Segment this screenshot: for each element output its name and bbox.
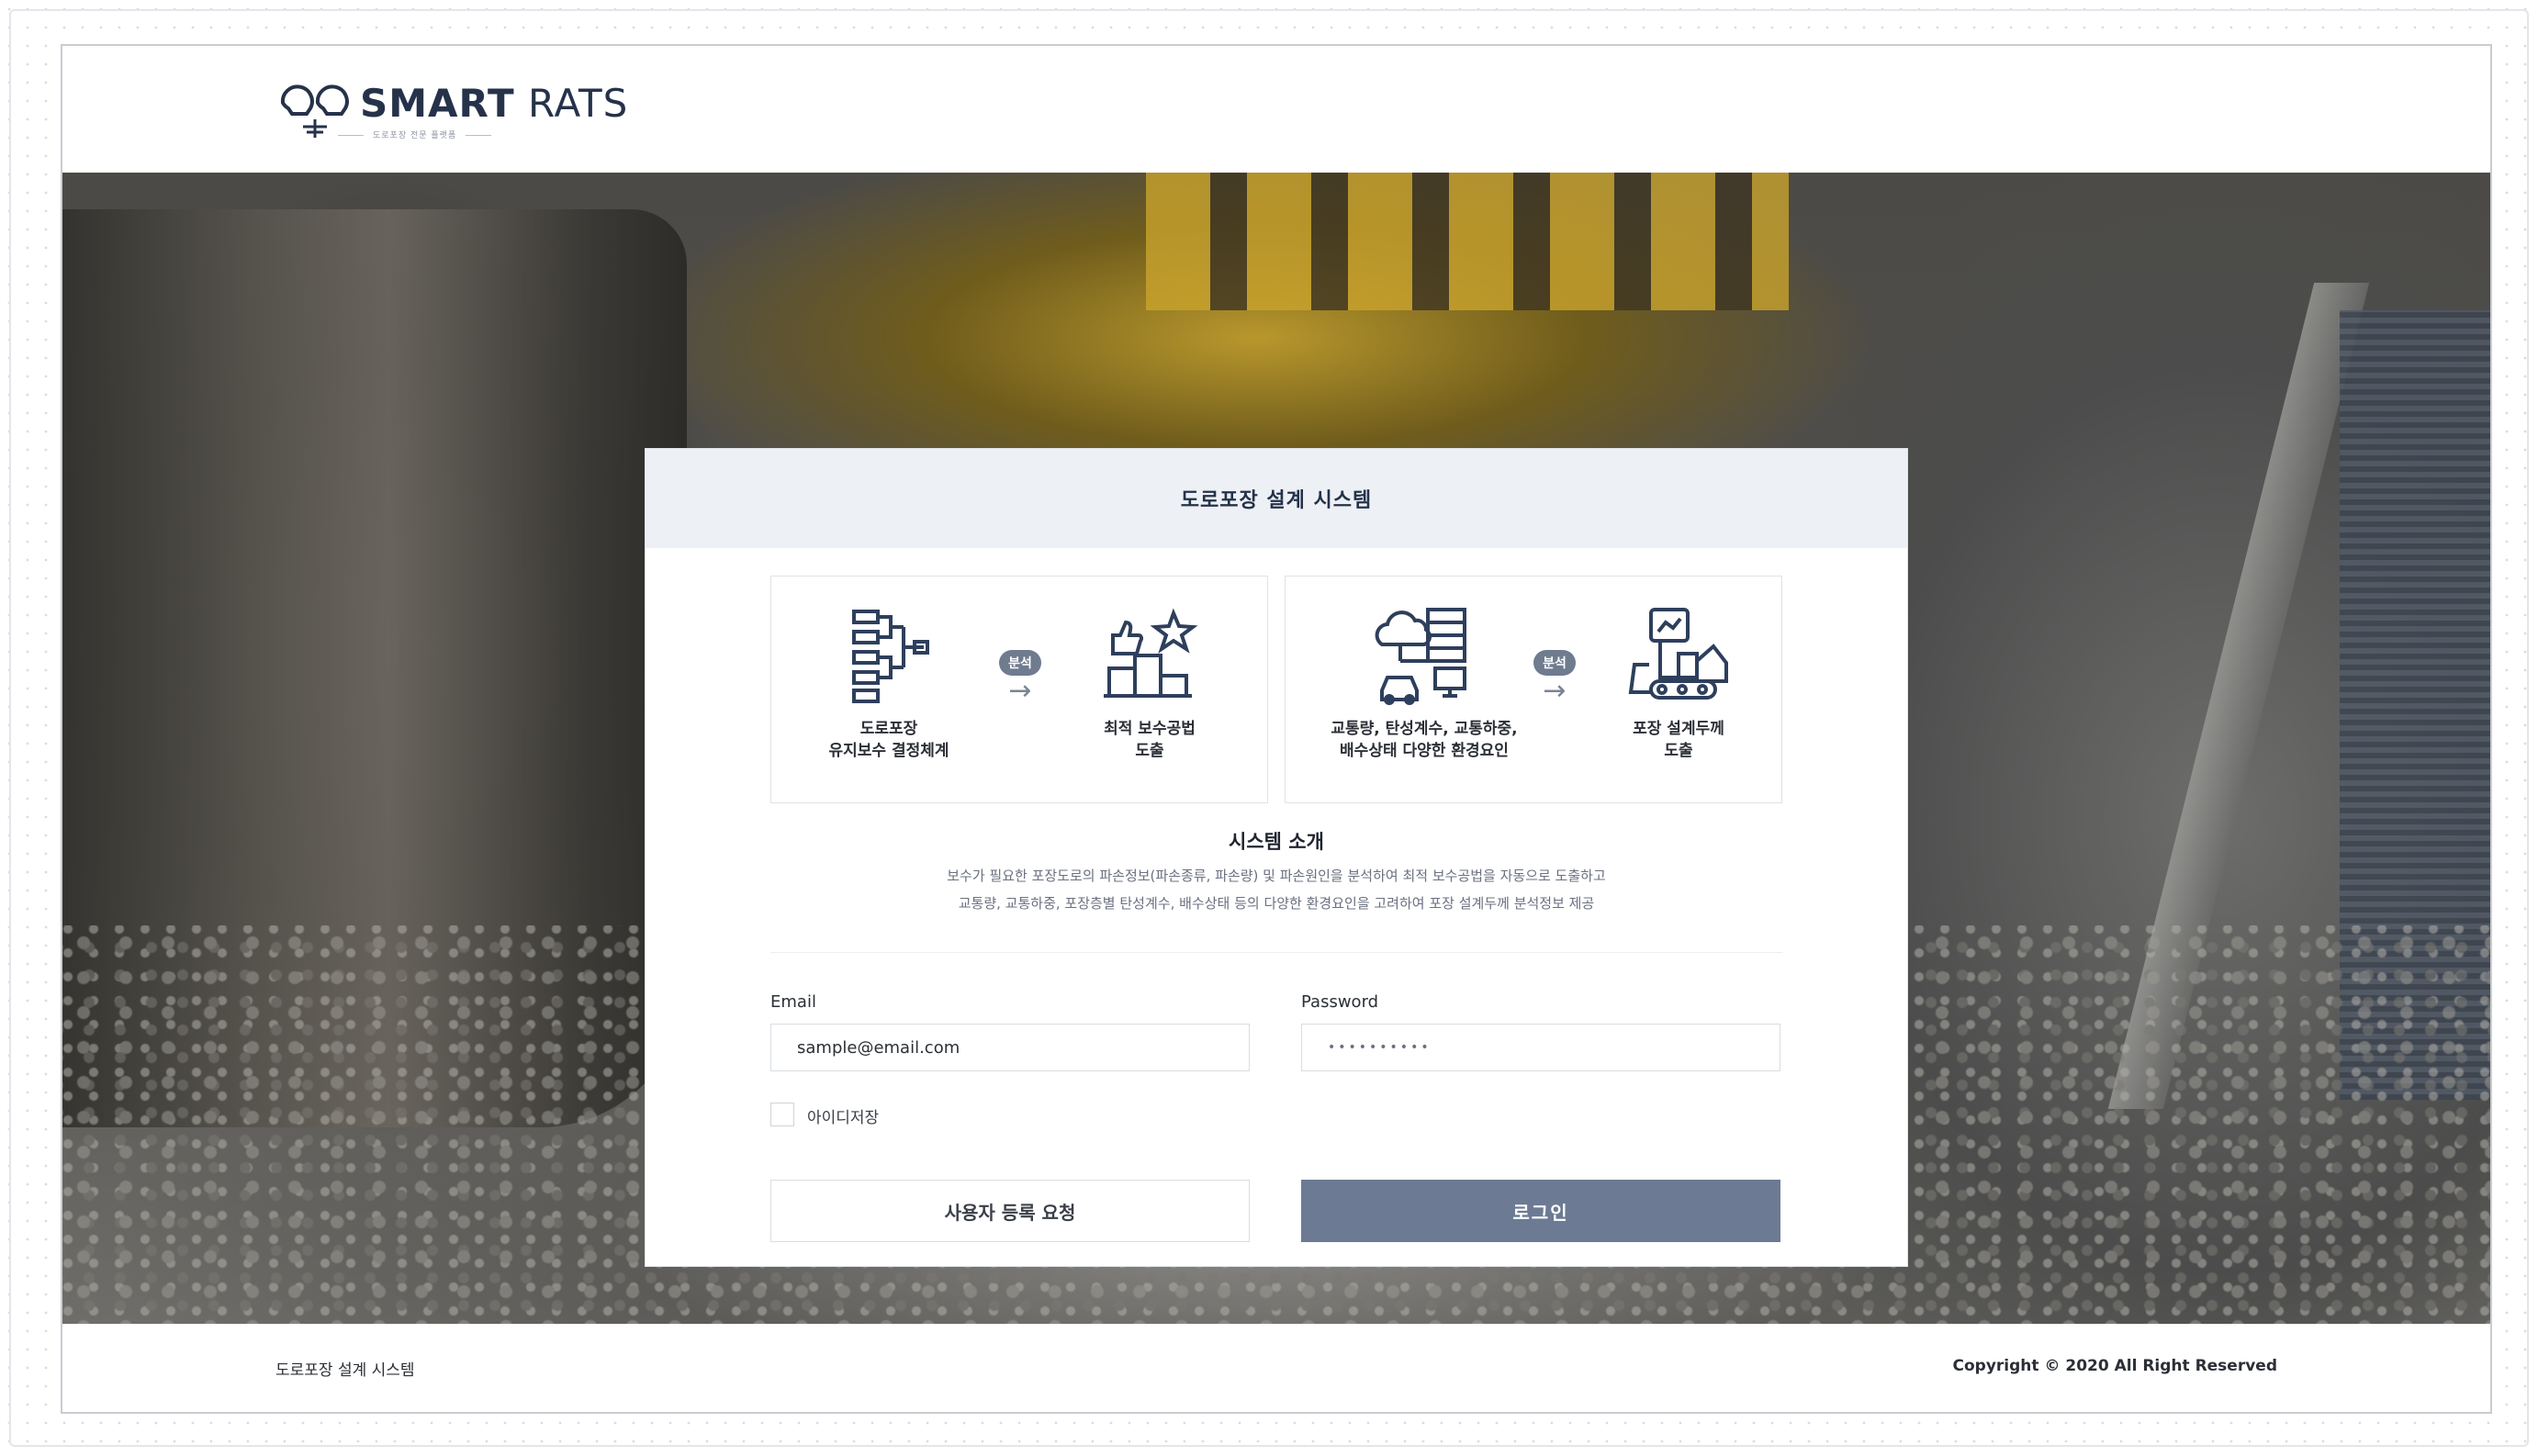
- intro-line-1: 보수가 필요한 포장도로의 파손정보(파손종류, 파손량) 및 파손원인을 분석…: [947, 868, 1606, 884]
- arrow-right-icon: →: [1008, 675, 1032, 707]
- footer-system-name: 도로포장 설계 시스템: [275, 1361, 415, 1380]
- flow-item-pavement-thickness: 포장 설계두께 도출: [1587, 604, 1770, 762]
- card-title: 도로포장 설계 시스템: [646, 449, 1907, 548]
- cloud-server-car-icon: [1375, 608, 1466, 705]
- password-field[interactable]: [1301, 1024, 1780, 1071]
- email-field[interactable]: [770, 1024, 1250, 1071]
- podium-star-icon: [1104, 608, 1198, 698]
- flow-arrow-2: 분석 →: [1522, 650, 1587, 705]
- intro-line-2: 교통량, 교통하중, 포장층별 탄성계수, 배수상태 등의 다양한 환경요인을 …: [958, 895, 1595, 912]
- footer-copyright: Copyright © 2020 All Right Reserved: [1952, 1357, 2277, 1375]
- login-button[interactable]: 로그인: [1301, 1180, 1780, 1242]
- remember-id-checkbox[interactable]: [770, 1103, 794, 1126]
- brand-name-light: RATS: [528, 81, 629, 126]
- hierarchy-chart-icon: [852, 610, 929, 703]
- brand-tagline: 도로포장 전문 플랫폼: [329, 129, 500, 140]
- hero-background-image: 도로포장 설계 시스템 도로포장 유지보수 결정체계 분석 → 최적 보수공법 …: [62, 173, 2490, 1324]
- roller-frame: [1146, 173, 1789, 310]
- flow-caption-1b: 유지보수 결정체계: [828, 742, 949, 760]
- flow-caption-3a: 교통량, 탄성계수, 교통하중,: [1331, 720, 1518, 738]
- section-divider: [770, 952, 1782, 953]
- flow-item-decision-system: 도로포장 유지보수 결정체계: [797, 604, 981, 762]
- intro-title: 시스템 소개: [1229, 831, 1324, 853]
- flow-caption-2a: 최적 보수공법: [1104, 720, 1196, 738]
- password-label: Password: [1301, 992, 1379, 1012]
- register-request-button[interactable]: 사용자 등록 요청: [770, 1180, 1250, 1242]
- process-flow: 도로포장 유지보수 결정체계 분석 → 최적 보수공법 도출 교통량, 탄성계수…: [770, 576, 1782, 803]
- app-window: SMART RATS 도로포장 전문 플랫폼 도로포장 설계 시스템 도로포장 …: [61, 44, 2492, 1414]
- flow-caption-1a: 도로포장: [859, 720, 918, 738]
- analysis-pill: 분석: [999, 650, 1041, 676]
- flow-box-design: 교통량, 탄성계수, 교통하중, 배수상태 다양한 환경요인 분석 → 포장 설…: [1285, 576, 1782, 803]
- arrow-right-icon: →: [1543, 675, 1567, 707]
- flow-caption-4b: 도출: [1664, 742, 1693, 760]
- brand-name-bold: SMART: [360, 81, 515, 126]
- flow-box-maintenance: 도로포장 유지보수 결정체계 분석 → 최적 보수공법 도출: [770, 576, 1268, 803]
- flow-caption-2b: 도출: [1135, 742, 1164, 760]
- flow-caption-4a: 포장 설계두께: [1633, 720, 1724, 738]
- bulldozer-icon: [1628, 608, 1728, 700]
- brand-name: SMART RATS: [360, 84, 628, 123]
- flow-arrow-1: 분석 →: [988, 650, 1052, 705]
- flow-item-environment-factors: 교통량, 탄성계수, 교통하중, 배수상태 다양한 환경요인: [1319, 604, 1530, 762]
- remember-id-label[interactable]: 아이디저장: [807, 1104, 879, 1127]
- flow-caption-3b: 배수상태 다양한 환경요인: [1340, 742, 1509, 760]
- login-card: 도로포장 설계 시스템 도로포장 유지보수 결정체계 분석 → 최적 보수공법 …: [645, 448, 1908, 1267]
- flow-item-optimal-method: 최적 보수공법 도출: [1058, 604, 1241, 762]
- email-label: Email: [770, 992, 816, 1012]
- footer: 도로포장 설계 시스템 Copyright © 2020 All Right R…: [62, 1324, 2490, 1412]
- header: SMART RATS 도로포장 전문 플랫폼: [62, 46, 2490, 173]
- analysis-pill: 분석: [1533, 650, 1576, 676]
